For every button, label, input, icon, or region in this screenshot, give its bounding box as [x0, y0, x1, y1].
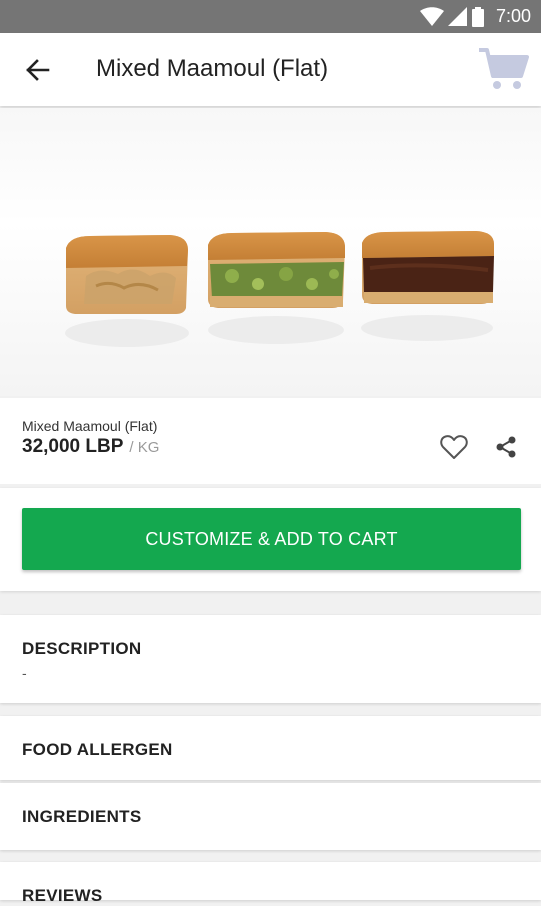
- section-description-title: DESCRIPTION: [22, 639, 142, 658]
- back-arrow-icon: [26, 59, 50, 81]
- status-icons: 7:00: [419, 6, 531, 27]
- status-bar: 7:00: [0, 0, 541, 33]
- section-reviews[interactable]: REVIEWS: [0, 862, 541, 905]
- cart-button[interactable]: [477, 46, 529, 92]
- section-reviews-title: REVIEWS: [22, 886, 103, 905]
- section-description[interactable]: DESCRIPTION -: [0, 615, 541, 703]
- price-unit: / KG: [129, 439, 160, 456]
- cart-icon: [479, 48, 529, 89]
- section-description-value: -: [22, 665, 27, 681]
- status-time: 7:00: [495, 6, 531, 26]
- product-name: Mixed Maamoul (Flat): [22, 418, 158, 434]
- section-ingredients[interactable]: INGREDIENTS: [0, 783, 541, 850]
- favorite-button[interactable]: [440, 434, 468, 460]
- battery-icon: [471, 6, 484, 27]
- product-info-card: Mixed Maamoul (Flat) 32,000 LBP / KG: [0, 398, 541, 484]
- cta-card: CUSTOMIZE & ADD TO CART: [0, 488, 541, 591]
- signal-icon: [447, 6, 467, 26]
- page-title: Mixed Maamoul (Flat): [96, 55, 329, 82]
- section-food-allergen[interactable]: FOOD ALLERGEN: [0, 716, 541, 780]
- maamoul-pieces-illustration: [65, 231, 494, 347]
- product-image: [0, 108, 541, 396]
- app-bar: Mixed Maamoul (Flat): [0, 33, 541, 106]
- section-ingredients-title: INGREDIENTS: [22, 807, 142, 826]
- wifi-icon: [419, 6, 444, 26]
- heart-icon: [440, 435, 468, 459]
- product-price: 32,000 LBP: [22, 436, 124, 457]
- customize-add-to-cart-button[interactable]: CUSTOMIZE & ADD TO CART: [22, 508, 521, 570]
- share-button[interactable]: [494, 435, 518, 459]
- section-food-allergen-title: FOOD ALLERGEN: [22, 740, 173, 759]
- price-row: 32,000 LBP / KG: [22, 436, 159, 458]
- back-button[interactable]: [22, 55, 52, 85]
- share-icon: [496, 436, 516, 458]
